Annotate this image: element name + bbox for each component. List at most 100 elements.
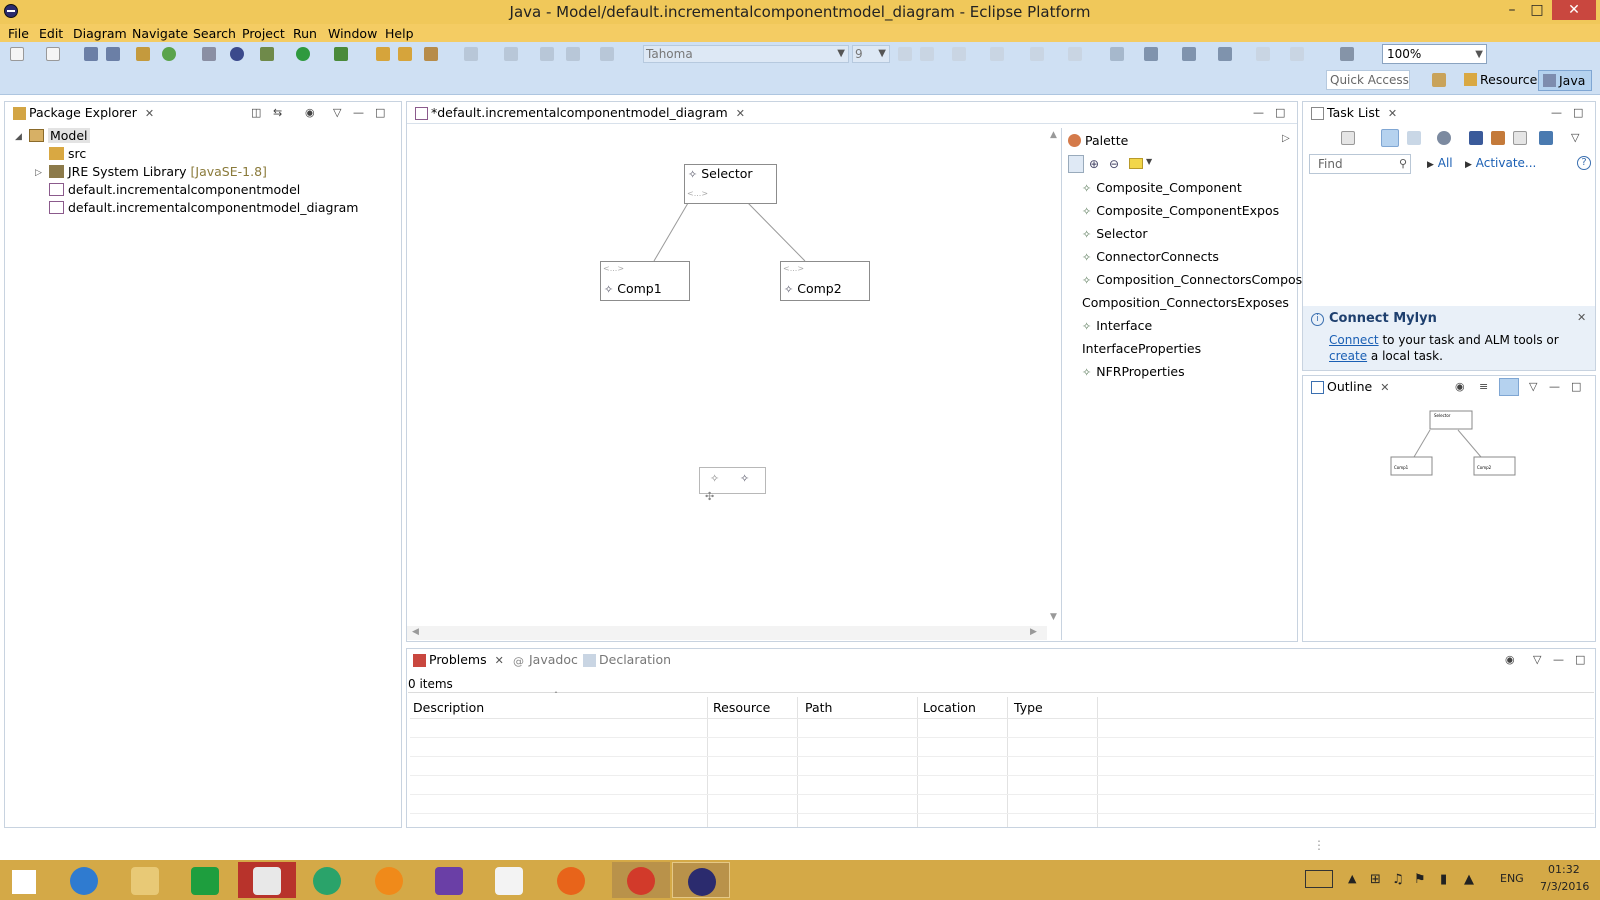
new-task-icon[interactable]: [1341, 131, 1355, 145]
overview-icon[interactable]: [1499, 378, 1519, 396]
close-icon[interactable]: ✕: [1380, 381, 1389, 394]
collapse-palette-icon[interactable]: ▷: [1282, 133, 1290, 144]
sync-icon[interactable]: [1491, 131, 1505, 145]
view-menu-icon[interactable]: ▽: [333, 106, 341, 119]
build-icon[interactable]: [136, 47, 150, 61]
line-color-icon[interactable]: [1030, 47, 1044, 61]
all-tasks-link[interactable]: ▶ All: [1427, 156, 1453, 170]
arrange-icon[interactable]: [1144, 47, 1158, 61]
menu-edit[interactable]: Edit: [39, 26, 63, 41]
close-icon[interactable]: ✕: [736, 107, 745, 120]
new-file-icon[interactable]: [10, 47, 24, 61]
fill-color-icon[interactable]: [990, 47, 1004, 61]
outline-thumbnail[interactable]: Selector Comp1 Comp2: [1303, 406, 1597, 526]
zoom-in-tool-icon[interactable]: [1256, 47, 1270, 61]
page-setup-icon[interactable]: [1340, 47, 1354, 61]
font-name-combo[interactable]: Tahoma ▼: [643, 45, 849, 63]
language-indicator[interactable]: ENG: [1500, 872, 1524, 885]
keyboard-icon[interactable]: [1305, 870, 1333, 888]
minimize-button[interactable]: –: [1498, 2, 1526, 18]
perspective-resource-button[interactable]: Resource: [1460, 70, 1537, 91]
maximize-view-icon[interactable]: □: [1575, 653, 1585, 666]
menu-project[interactable]: Project: [242, 26, 285, 41]
column-type[interactable]: Type: [1014, 700, 1043, 715]
activate-task-link[interactable]: ▶ Activate...: [1465, 156, 1536, 170]
scroll-up-icon[interactable]: ▲: [1050, 130, 1057, 140]
column-resource[interactable]: Resource: [713, 700, 770, 715]
maximize-view-icon[interactable]: □: [1571, 380, 1581, 393]
scroll-left-icon[interactable]: ◀: [412, 627, 419, 637]
taskbar-grammarly[interactable]: [298, 862, 356, 898]
palette-item-composite-component[interactable]: Composite_Component: [1082, 180, 1242, 195]
menu-search[interactable]: Search: [193, 26, 236, 41]
volume-icon[interactable]: ♫: [1392, 872, 1404, 887]
tree-item-model[interactable]: Model: [29, 127, 90, 145]
tab-task-list[interactable]: Task List ✕: [1309, 105, 1397, 123]
back-icon[interactable]: [566, 47, 580, 61]
connect-link[interactable]: Connect: [1329, 333, 1379, 347]
collapse-twisty-icon[interactable]: ◢: [15, 132, 22, 142]
last-edit-icon[interactable]: [540, 47, 554, 61]
tab-javadoc[interactable]: @ Javadoc: [511, 652, 578, 670]
menu-window[interactable]: Window: [328, 26, 377, 41]
expand-twisty-icon[interactable]: ▷: [35, 168, 42, 178]
italic-icon[interactable]: [920, 47, 934, 61]
collapse-all-icon[interactable]: ◫: [251, 106, 261, 119]
presentation-icon[interactable]: [1539, 131, 1553, 145]
scroll-down-icon[interactable]: ▼: [1050, 612, 1057, 622]
run-external-icon[interactable]: [334, 47, 348, 61]
battery-icon[interactable]: ▮: [1440, 872, 1447, 887]
maximize-view-icon[interactable]: □: [375, 106, 385, 119]
taskbar-media-app[interactable]: [360, 862, 418, 898]
categorized-icon[interactable]: [1381, 129, 1399, 147]
minimize-view-icon[interactable]: —: [1551, 106, 1562, 119]
quick-access-input[interactable]: Quick Access: [1326, 70, 1410, 90]
open-type-icon[interactable]: [376, 47, 390, 61]
open-folder-icon[interactable]: [398, 47, 412, 61]
next-annotation-icon[interactable]: [464, 47, 478, 61]
minimize-view-icon[interactable]: —: [1553, 653, 1564, 666]
tree-item-diagram-file[interactable]: default.incrementalcomponentmodel_diagra…: [49, 199, 358, 217]
palette-item-composite-component-expos[interactable]: Composite_ComponentExpos: [1082, 203, 1279, 218]
node-comp2[interactable]: <...> Comp2: [780, 261, 870, 301]
close-icon[interactable]: ✕: [495, 654, 504, 667]
focus-task-icon[interactable]: ◉: [305, 106, 315, 119]
link-editor-icon[interactable]: ⇆: [273, 106, 282, 119]
forward-icon[interactable]: [600, 47, 614, 61]
select-tool-icon[interactable]: [1068, 155, 1084, 173]
close-button[interactable]: ✕: [1552, 0, 1596, 20]
zoom-combo[interactable]: 100% ▼: [1382, 44, 1487, 64]
horizontal-scrollbar[interactable]: ◀ ▶: [407, 626, 1047, 640]
column-location[interactable]: Location: [923, 700, 976, 715]
connector-selector-comp2[interactable]: [747, 202, 806, 262]
perspective-java-button[interactable]: Java: [1538, 70, 1592, 91]
maximize-view-icon[interactable]: □: [1275, 106, 1285, 119]
taskbar-acrobat[interactable]: [238, 862, 296, 898]
open-perspective-icon[interactable]: [1432, 73, 1446, 87]
palette-item-nfr-properties[interactable]: NFRProperties: [1082, 364, 1184, 379]
windows-icon[interactable]: ⊞: [1370, 872, 1381, 887]
note-tool-icon[interactable]: [1129, 158, 1143, 169]
show-hidden-icons[interactable]: ▲: [1348, 872, 1356, 885]
minimize-view-icon[interactable]: —: [1253, 106, 1264, 119]
skip-breakpoints-icon[interactable]: [202, 47, 216, 61]
diagram-canvas[interactable]: Selector <...> <...> Comp1 <...> Comp2 ✧…: [407, 124, 1047, 626]
debug-target-icon[interactable]: [230, 47, 244, 61]
tree-item-model-file[interactable]: default.incrementalcomponentmodel: [49, 181, 300, 199]
font-size-combo[interactable]: 9 ▼: [852, 45, 890, 63]
refresh-icon[interactable]: [162, 47, 176, 61]
tree-item-jre[interactable]: JRE System Library [JavaSE-1.8]: [49, 163, 267, 181]
taskbar-visual-studio[interactable]: [420, 862, 478, 898]
close-icon[interactable]: ✕: [1388, 107, 1397, 120]
search-tool-icon[interactable]: [424, 47, 438, 61]
taskbar-file-explorer[interactable]: [116, 862, 174, 898]
taskbar-store[interactable]: [176, 862, 234, 898]
create-link[interactable]: create: [1329, 349, 1367, 363]
layout-icon[interactable]: [1218, 47, 1232, 61]
palette-item-composition-connectors-exposes[interactable]: Composition_ConnectorsExposes: [1082, 295, 1289, 310]
scroll-right-icon[interactable]: ▶: [1030, 627, 1037, 637]
taskbar-firefox[interactable]: [542, 862, 600, 898]
clock-date[interactable]: 7/3/2016: [1540, 880, 1589, 893]
debug-icon[interactable]: [260, 47, 274, 61]
palette-item-composition-connectors-composes[interactable]: Composition_ConnectorsComposes: [1082, 272, 1316, 287]
